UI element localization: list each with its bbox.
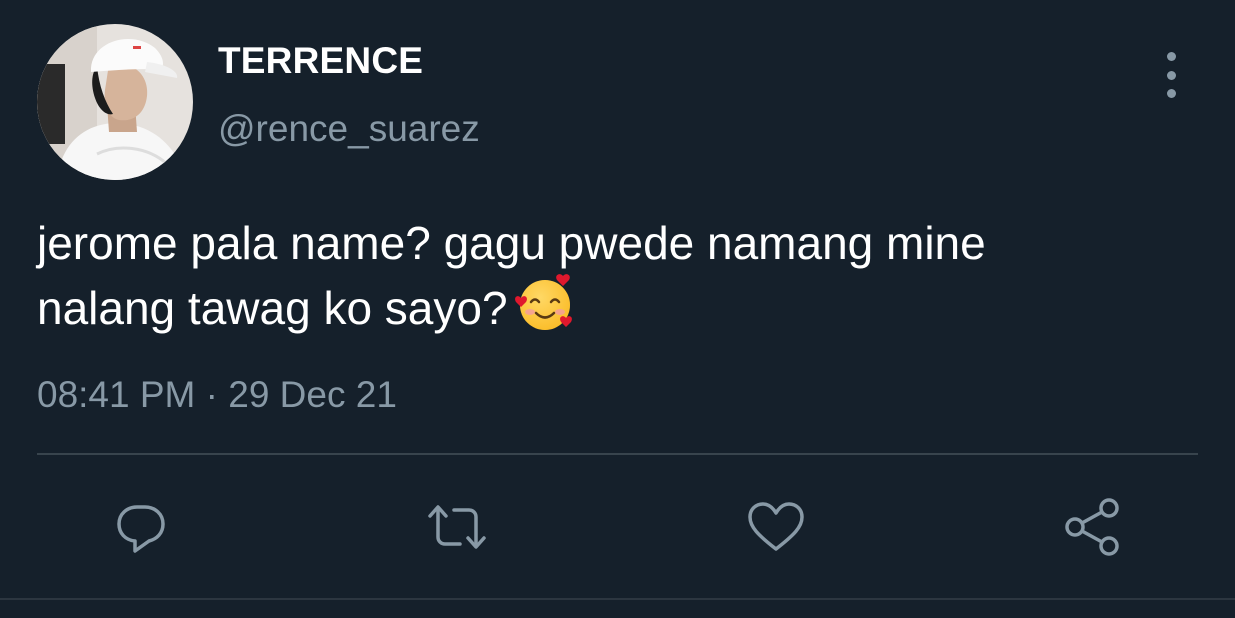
reply-icon [117, 505, 165, 553]
tweet-text-line-1: jerome pala name? gagu pwede namang mine [37, 217, 986, 269]
tweet-text: jerome pala name? gagu pwede namang mine… [37, 214, 1197, 337]
avatar-photo-icon [37, 24, 193, 180]
like-button[interactable] [745, 496, 807, 558]
user-handle[interactable]: @rence_suarez [218, 108, 480, 150]
more-vertical-icon-dot-2 [1166, 70, 1176, 80]
tweet-card: TERRENCE @rence_suarez jerome pala name?… [0, 0, 1235, 618]
more-vertical-icon [1166, 52, 1176, 61]
retweet-button[interactable] [426, 496, 488, 558]
more-options-button[interactable] [1152, 52, 1190, 98]
bottom-divider [0, 598, 1235, 600]
tweet-timestamp[interactable]: 08:41 PM · 29 Dec 21 [37, 374, 397, 416]
heart-icon [748, 502, 804, 551]
tweet-text-line-2: nalang tawag ko sayo? [37, 272, 1197, 337]
reply-button[interactable] [110, 496, 172, 558]
share-button[interactable] [1062, 496, 1124, 558]
divider [37, 453, 1198, 455]
avatar[interactable] [37, 24, 193, 180]
more-vertical-icon-dot-3 [1166, 89, 1176, 98]
retweet-icon [428, 505, 486, 549]
tweet-text-line-2-content: nalang tawag ko sayo? [37, 282, 508, 334]
display-name[interactable]: TERRENCE [218, 40, 423, 82]
smiling-face-with-hearts-icon [514, 274, 572, 330]
share-icon [1065, 498, 1119, 556]
